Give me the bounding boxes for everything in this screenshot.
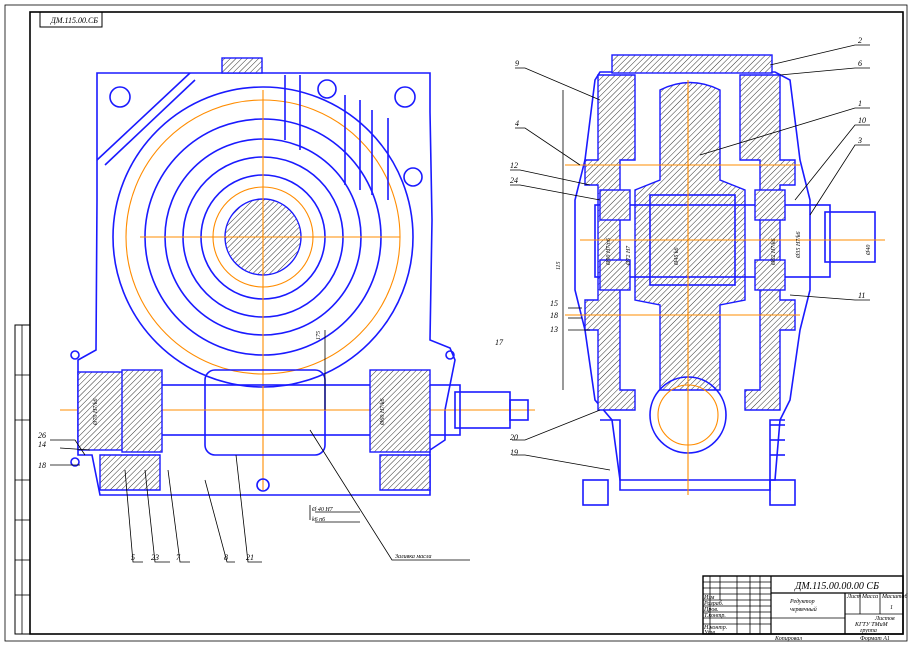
stamp-text: ДМ.115.00.СБ <box>50 16 98 25</box>
drawing-designation: ДМ.115.00.00.00 СБ <box>794 581 879 592</box>
dimension: Ø45 k6 <box>673 248 680 267</box>
front-label: 8 <box>224 553 228 562</box>
dimension: Ø70 H7/k6 <box>93 399 99 427</box>
front-label: 5 <box>131 553 135 562</box>
assembly-drawing: ДМ.115.00.СБ 5 23 7 8 21 26 14 18 Ø 40 H… <box>4 4 909 642</box>
fit-note: k6 n6 <box>312 517 325 523</box>
side-label: 6 <box>858 59 862 68</box>
side-label: 10 <box>858 116 866 125</box>
tb-role: Т.контр. <box>704 613 726 619</box>
tb-scale: 1 <box>890 605 893 611</box>
side-view: 2 6 9 4 1 10 3 12 24 15 18 13 11 20 19 1… <box>495 36 885 506</box>
tb-label: Масса <box>861 594 878 600</box>
side-label: 19 <box>510 448 518 457</box>
side-label: 2 <box>858 36 862 45</box>
dimension: Ø60 H7/k6 <box>380 399 386 427</box>
tb-role: Разраб. <box>703 600 723 607</box>
side-label: 17 <box>495 338 504 347</box>
side-label: 1 <box>858 99 862 108</box>
front-label: 26 <box>38 431 46 440</box>
top-stamp: ДМ.115.00.СБ <box>39 11 103 28</box>
drawing-name: червячный <box>790 606 817 613</box>
tb-label: Масштаб <box>881 593 909 600</box>
tb-role: Утв. <box>704 630 716 636</box>
side-label: 11 <box>858 291 865 300</box>
side-strip <box>14 324 31 635</box>
tb-format: Формат А1 <box>860 636 890 642</box>
front-label: 18 <box>38 461 46 470</box>
dimension: Ø35 H7/k6 <box>796 232 802 260</box>
dimension: Ø62 H7/k6 <box>771 239 777 267</box>
side-label: 13 <box>550 325 558 334</box>
side-label: 4 <box>515 119 519 128</box>
title-block: ДМ.115.00.00.00 СБ Редуктор червячный Ли… <box>702 575 909 642</box>
front-label: 14 <box>38 440 46 449</box>
side-label: 12 <box>510 161 518 170</box>
front-label: 7 <box>176 553 181 562</box>
front-label: 23 <box>151 553 159 562</box>
side-label: 18 <box>550 311 558 320</box>
tb-label: Лист <box>846 594 862 600</box>
tb-copied: Копировал <box>774 636 802 642</box>
fit-note: Ø 40 H7 <box>311 506 334 513</box>
side-label: 15 <box>550 299 558 308</box>
side-label: 3 <box>857 136 862 145</box>
side-label: 9 <box>515 59 519 68</box>
oil-note: Заливка масла <box>395 554 432 560</box>
front-view: 5 23 7 8 21 26 14 18 Ø 40 H7 k6 n6 Залив… <box>38 57 535 563</box>
side-label: 24 <box>510 176 518 185</box>
dimension: Ø40 <box>865 245 872 256</box>
dimension: Ø90 H7/n6 <box>606 238 612 266</box>
dimension: 175 <box>316 331 322 340</box>
dimension: 115 <box>556 261 562 270</box>
tb-org: группа <box>860 628 877 634</box>
side-label: 20 <box>510 433 518 442</box>
drawing-name: Редуктор <box>789 598 815 605</box>
front-label: 21 <box>246 553 254 562</box>
dimension: Ø72 H7 <box>626 245 632 266</box>
